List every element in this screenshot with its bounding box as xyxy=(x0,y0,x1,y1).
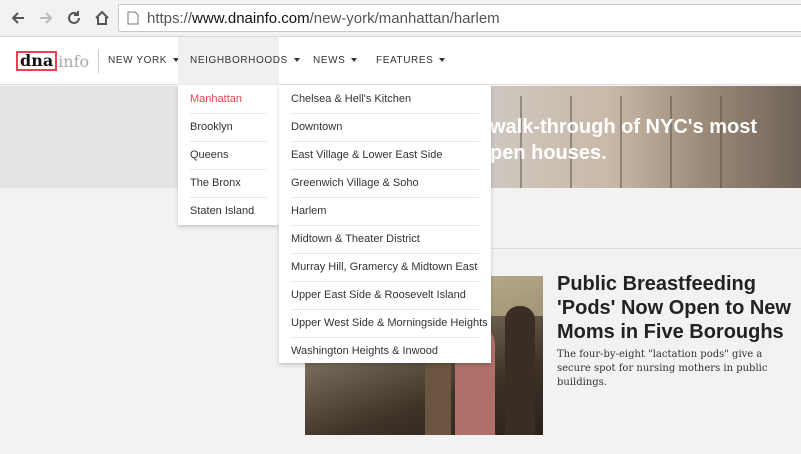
nav-news[interactable]: NEWS xyxy=(301,37,369,85)
neighborhood-item[interactable]: Washington Heights & Inwood xyxy=(291,337,438,365)
nav-neighborhoods[interactable]: NEIGHBORHOODS xyxy=(178,37,300,85)
dnainfo-logo[interactable]: dna info xyxy=(16,49,89,73)
neighborhood-item[interactable]: Murray Hill, Gramercy & Midtown East xyxy=(291,253,477,281)
site-header: dna info NEW YORK NEIGHBORHOODS NEWS FEAT… xyxy=(0,37,801,85)
neighborhood-item[interactable]: Upper West Side & Morningside Heights xyxy=(291,309,488,337)
borough-item-bronx[interactable]: The Bronx xyxy=(190,169,241,197)
story-description: The four-by-eight "lactation pods" give … xyxy=(557,349,768,388)
borough-item-staten-island[interactable]: Staten Island xyxy=(190,197,254,225)
arrow-right-icon xyxy=(40,12,53,24)
neighborhood-item[interactable]: Midtown & Theater District xyxy=(291,225,420,253)
neighborhood-item[interactable]: Chelsea & Hell's Kitchen xyxy=(291,85,411,113)
neighborhood-item[interactable]: Greenwich Village & Soho xyxy=(291,169,419,197)
neighborhood-item[interactable]: Downtown xyxy=(291,113,342,141)
borough-item-manhattan[interactable]: Manhattan xyxy=(190,85,242,113)
page-icon xyxy=(127,11,139,25)
caret-down-icon xyxy=(439,58,446,63)
neighborhood-item[interactable]: East Village & Lower East Side xyxy=(291,141,442,169)
caret-down-icon xyxy=(351,58,358,63)
nav-new-york[interactable]: NEW YORK xyxy=(96,37,191,85)
arrow-left-icon xyxy=(11,12,24,24)
borough-item-brooklyn[interactable]: Brooklyn xyxy=(190,113,233,141)
browser-toolbar: https://www.dnainfo.com/new-york/manhatt… xyxy=(0,0,801,37)
neighborhood-menu: Chelsea & Hell's Kitchen Downtown East V… xyxy=(279,85,491,363)
address-bar[interactable]: https://www.dnainfo.com/new-york/manhatt… xyxy=(118,4,801,32)
neighborhood-item[interactable]: Harlem xyxy=(291,197,326,225)
home-icon xyxy=(95,10,109,25)
reload-button[interactable] xyxy=(62,6,86,30)
reload-icon xyxy=(68,11,80,24)
story-title[interactable]: Public Breastfeeding 'Pods' Now Open to … xyxy=(557,272,797,344)
caret-down-icon xyxy=(293,58,300,63)
borough-item-queens[interactable]: Queens xyxy=(190,141,229,169)
forward-button[interactable] xyxy=(34,6,58,30)
back-button[interactable] xyxy=(6,6,30,30)
url-text: https://www.dnainfo.com/new-york/manhatt… xyxy=(147,10,500,27)
banner-text: walk-through of NYC's most pen houses. xyxy=(490,116,757,164)
neighborhood-item[interactable]: Upper East Side & Roosevelt Island xyxy=(291,281,466,309)
nav-features[interactable]: FEATURES xyxy=(364,37,457,85)
home-button[interactable] xyxy=(90,6,114,30)
borough-menu: Manhattan Brooklyn Queens The Bronx Stat… xyxy=(178,85,279,225)
